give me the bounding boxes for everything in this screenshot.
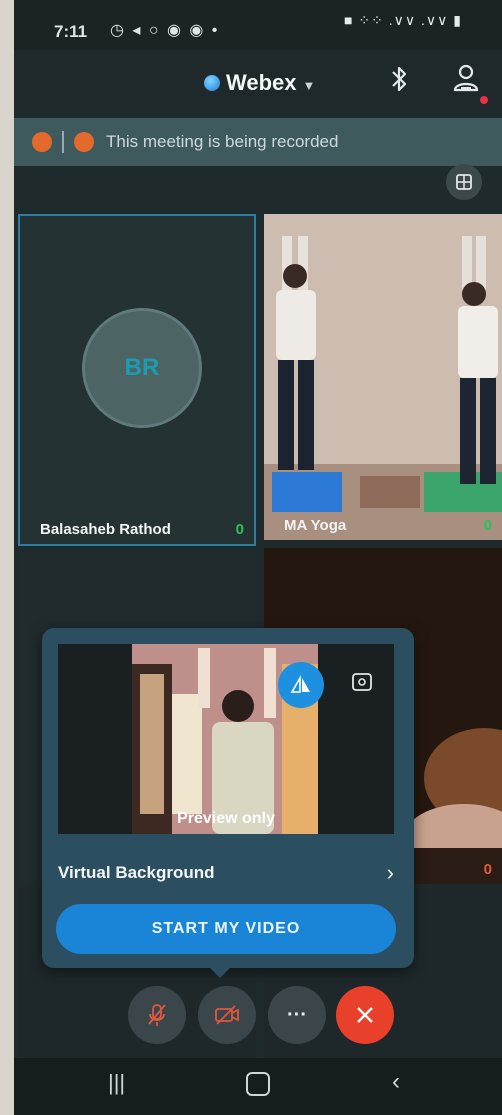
chevron-right-icon: ›: [386, 860, 394, 885]
popup-pointer: [208, 966, 232, 978]
mic-muted-icon: 0: [483, 861, 492, 878]
app-header: Webex ▼: [14, 50, 502, 112]
recording-text: This meeting is being recorded: [106, 132, 339, 151]
video-tile-balasaheb[interactable]: BR Balasaheb Rathod 0: [18, 214, 256, 546]
home-icon[interactable]: [246, 1072, 270, 1096]
notification-badge: [480, 96, 488, 104]
mic-status-icon: 0: [483, 517, 492, 534]
avatar: BR: [82, 308, 202, 428]
yoga-video-feed: [264, 214, 502, 540]
mirror-icon: [290, 675, 310, 693]
app-switcher[interactable]: Webex ▼: [204, 70, 315, 96]
divider: [62, 131, 64, 153]
chevron-down-icon: ▼: [302, 77, 316, 93]
more-options-button[interactable]: ···: [268, 986, 326, 1044]
flip-camera-button[interactable]: [278, 662, 324, 708]
grid-layout-icon: [456, 174, 472, 190]
recording-banner: This meeting is being recorded: [14, 118, 502, 166]
leave-meeting-button[interactable]: [336, 986, 394, 1044]
system-nav-bar: ||| ‹: [14, 1058, 502, 1115]
mute-button[interactable]: [128, 986, 186, 1044]
pause-recording-icon[interactable]: [74, 132, 94, 152]
meeting-controls: ···: [14, 986, 502, 1046]
bluetooth-icon[interactable]: [386, 64, 412, 94]
virtual-background-label: Virtual Background: [58, 863, 215, 882]
phone-screen: 7:11 ◷ ◂ ○ ◉ ◉ • ■ ⁘⁘ .∨∨ .∨∨ ▮ Webex ▼ …: [14, 0, 502, 1115]
video-preview-card: Preview only Virtual Background › START …: [42, 628, 414, 968]
status-bar: 7:11 ◷ ◂ ○ ◉ ◉ • ■ ⁘⁘ .∨∨ .∨∨ ▮: [14, 0, 502, 50]
switch-camera-icon[interactable]: [350, 670, 374, 694]
participant-name: MA Yoga: [284, 517, 347, 534]
mic-status-icon: 0: [235, 521, 244, 538]
mic-off-icon: [148, 1004, 166, 1026]
virtual-background-option[interactable]: Virtual Background ›: [58, 856, 394, 890]
video-tile-ma-yoga[interactable]: MA Yoga 0: [264, 214, 502, 540]
layout-toggle-button[interactable]: [446, 164, 482, 200]
status-icons-right: ■ ⁘⁘ .∨∨ .∨∨ ▮: [344, 12, 462, 28]
status-icons-left: ◷ ◂ ○ ◉ ◉ •: [110, 22, 220, 39]
status-time: 7:11: [54, 22, 88, 41]
participant-name: Balasaheb Rathod: [40, 521, 171, 538]
camera-preview: Preview only: [58, 644, 394, 834]
close-icon: [357, 1007, 373, 1023]
participants-icon[interactable]: [452, 62, 482, 94]
webex-logo-icon: [204, 75, 220, 91]
back-icon[interactable]: ‹: [392, 1068, 400, 1096]
recents-icon[interactable]: |||: [108, 1070, 125, 1096]
preview-only-label: Preview only: [177, 810, 275, 827]
start-my-video-button[interactable]: START MY VIDEO: [56, 904, 396, 954]
video-button[interactable]: [198, 986, 256, 1044]
stop-recording-icon[interactable]: [32, 132, 52, 152]
video-off-icon: [215, 1005, 239, 1025]
app-name: Webex: [226, 70, 297, 95]
